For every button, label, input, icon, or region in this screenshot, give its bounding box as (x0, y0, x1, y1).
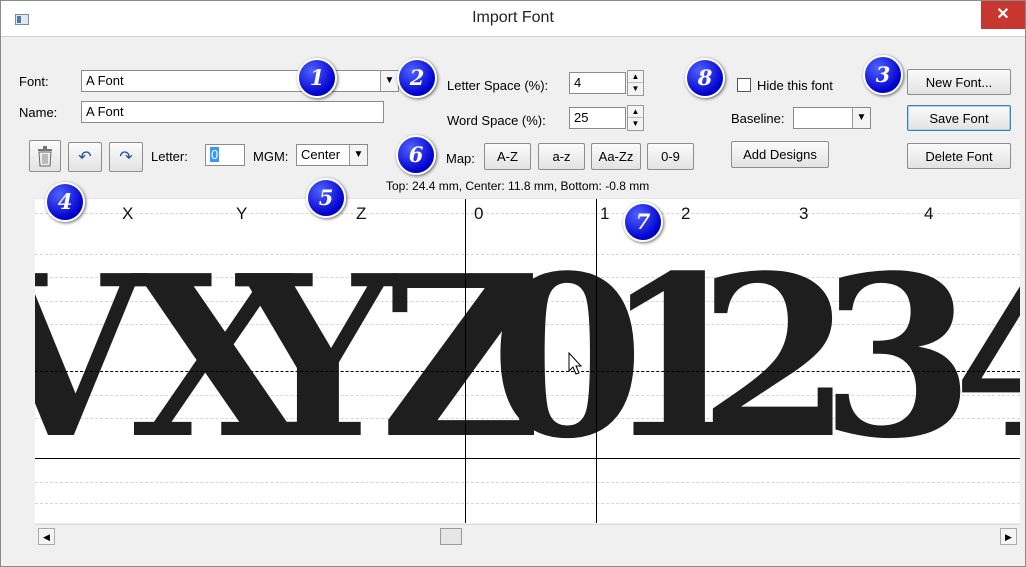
grid-line (35, 213, 1020, 214)
font-label: Font: (19, 74, 49, 89)
close-button[interactable]: ✕ (981, 1, 1025, 29)
letter-space-stepper[interactable]: ▲ ▼ (627, 70, 644, 96)
font-select[interactable]: A Font ▼ (81, 70, 399, 92)
glyph-y: Y (237, 228, 396, 488)
add-designs-button[interactable]: Add Designs (731, 141, 829, 168)
spin-up-icon[interactable]: ▲ (628, 106, 643, 118)
mgm-dropdown-arrow-icon[interactable]: ▼ (349, 145, 367, 165)
callout-badge-5: 5 (306, 178, 346, 218)
font-canvas[interactable]: V X Y Z 0 1 2 3 4 X Y Z 0 1 2 3 4 (35, 198, 1020, 523)
baseline-dropdown-arrow-icon[interactable]: ▼ (852, 108, 870, 128)
undo-icon: ↶ (78, 149, 92, 166)
mouse-cursor-icon (568, 352, 583, 375)
letter-bound-left (465, 199, 466, 523)
measurement-readout: Top: 24.4 mm, Center: 11.8 mm, Bottom: -… (386, 179, 650, 193)
map-lowercase-button[interactable]: a-z (538, 143, 585, 170)
delete-letter-button[interactable] (29, 140, 61, 172)
font-select-value: A Font (86, 73, 124, 88)
scroll-left-icon[interactable]: ◀ (38, 528, 55, 545)
word-space-input[interactable]: 25 (569, 107, 626, 129)
callout-badge-3: 3 (863, 55, 903, 95)
letter-space-label: Letter Space (%): (447, 78, 549, 93)
redo-button[interactable]: ↷ (109, 142, 143, 172)
letter-label-z: Z (356, 204, 367, 223)
baseline-label: Baseline: (731, 111, 785, 126)
mgm-select-value: Center (301, 147, 341, 162)
callout-badge-6: 6 (396, 135, 436, 175)
map-label: Map: (446, 151, 475, 166)
letter-label-x: X (122, 204, 134, 223)
letter-bound-right (596, 199, 597, 523)
horizontal-scrollbar[interactable]: ◀ ▶ (35, 524, 1020, 546)
map-digits-button[interactable]: 0-9 (647, 143, 694, 170)
save-font-button[interactable]: Save Font (907, 105, 1011, 131)
callout-badge-2: 2 (397, 58, 437, 98)
trash-icon (38, 146, 52, 167)
font-dropdown-arrow-icon[interactable]: ▼ (380, 71, 398, 91)
spin-down-icon[interactable]: ▼ (628, 118, 643, 130)
hide-font-label: Hide this font (757, 78, 833, 93)
import-font-dialog: Import Font ✕ Font: A Font ▼ Name: A Fon… (0, 0, 1026, 567)
center-line (35, 371, 1020, 372)
glyph-v: V (35, 247, 145, 469)
letter-label-y: Y (236, 204, 248, 223)
letter-input[interactable]: 0 (205, 144, 245, 166)
baseline-select[interactable]: ▼ (793, 107, 871, 129)
scroll-thumb[interactable] (440, 528, 462, 545)
letter-input-value: 0 (210, 147, 220, 162)
word-space-label: Word Space (%): (447, 113, 546, 128)
letter-label-0: 0 (474, 204, 484, 223)
spin-down-icon[interactable]: ▼ (628, 83, 643, 95)
baseline-line (35, 458, 1020, 459)
letter-label: Letter: (151, 149, 188, 164)
spin-up-icon[interactable]: ▲ (628, 71, 643, 83)
callout-badge-8: 8 (685, 58, 725, 98)
word-space-stepper[interactable]: ▲ ▼ (627, 105, 644, 131)
window-title: Import Font (472, 9, 554, 26)
delete-font-button[interactable]: Delete Font (907, 143, 1011, 169)
map-mixed-case-button[interactable]: Aa-Zz (591, 143, 641, 170)
letter-label-4: 4 (924, 204, 934, 223)
letter-label-1: 1 (600, 204, 610, 223)
title-bar[interactable]: Import Font ✕ (1, 1, 1025, 37)
hide-font-checkbox[interactable] (737, 78, 751, 92)
letter-label-2: 2 (681, 204, 691, 223)
callout-badge-7: 7 (623, 202, 663, 242)
map-a-z-button[interactable]: A-Z (484, 143, 531, 170)
callout-badge-4: 4 (45, 182, 85, 222)
new-font-button[interactable]: New Font... (907, 69, 1011, 95)
redo-icon: ↷ (119, 149, 133, 166)
scroll-right-icon[interactable]: ▶ (1000, 528, 1017, 545)
letter-label-3: 3 (799, 204, 809, 223)
letter-space-input[interactable]: 4 (569, 72, 626, 94)
mgm-select[interactable]: Center ▼ (296, 144, 368, 166)
name-input[interactable]: A Font (81, 101, 384, 123)
undo-button[interactable]: ↶ (68, 142, 102, 172)
grid-line (35, 503, 1020, 504)
glyph-4: 4 (953, 247, 1020, 469)
mgm-label: MGM: (253, 149, 289, 164)
glyph-3: 3 (820, 228, 975, 488)
name-label: Name: (19, 105, 58, 120)
callout-badge-1: 1 (297, 58, 337, 98)
